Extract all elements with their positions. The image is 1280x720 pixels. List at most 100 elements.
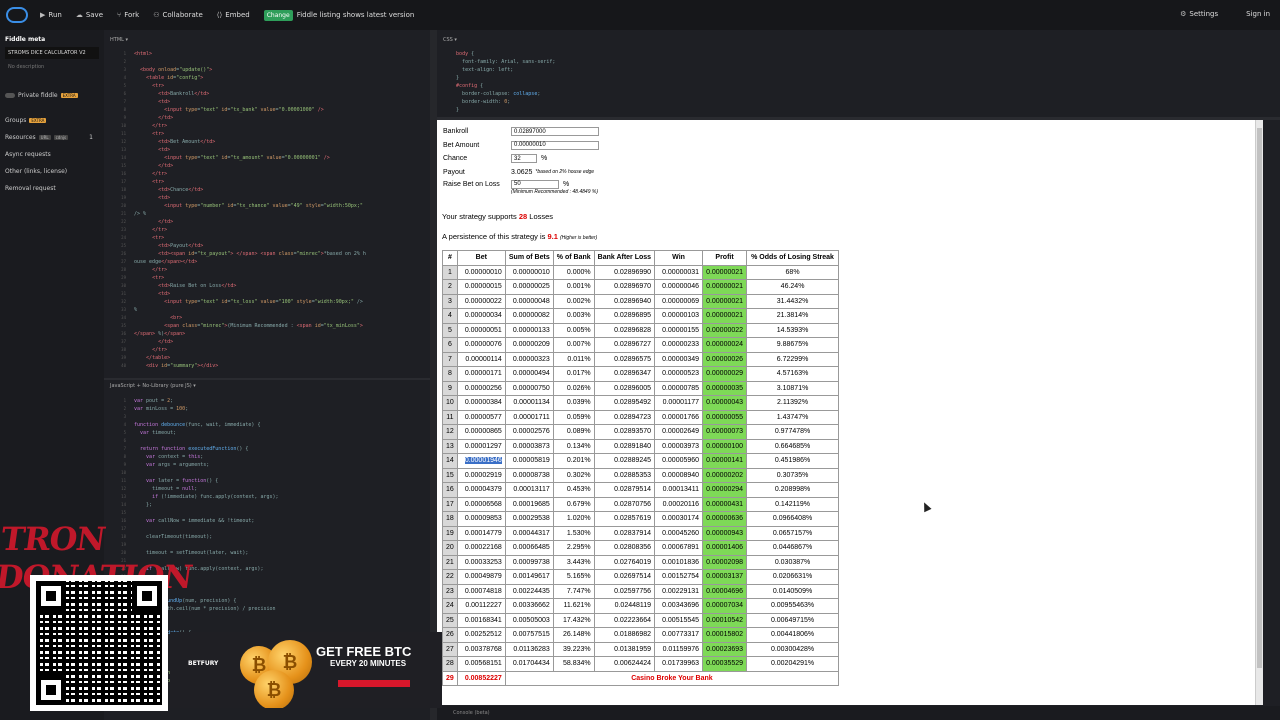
column-header: Profit bbox=[702, 250, 748, 266]
console-bar[interactable]: Console (beta) bbox=[437, 706, 1280, 720]
ad-cta-bar[interactable] bbox=[338, 680, 410, 687]
scrollbar-thumb[interactable] bbox=[1257, 128, 1262, 668]
table-cell: 8 bbox=[442, 366, 458, 382]
table-cell: 7.747% bbox=[552, 583, 595, 599]
collaborate-button[interactable]: ⚇ Collaborate bbox=[153, 11, 203, 19]
table-cell: 0.208998% bbox=[746, 482, 840, 498]
embed-button[interactable]: ⟨⟩ Embed bbox=[217, 11, 250, 19]
cdnjs-tag: cdnjs bbox=[53, 135, 69, 140]
table-cell: 0.02896005 bbox=[593, 380, 656, 396]
table-cell: 0.00343696 bbox=[654, 598, 704, 614]
sidebar-item-removal[interactable]: Removal request bbox=[0, 180, 104, 197]
table-cell: 0.201% bbox=[552, 453, 595, 469]
table-row: 16 0.00004379 0.00013117 0.453% 0.02879514 0.… bbox=[442, 482, 840, 498]
table-cell: 0.01136283 bbox=[504, 641, 554, 657]
table-cell: 0.00003873 bbox=[504, 438, 554, 454]
table-row: 9 0.00000256 0.00000750 0.026% 0.02896005 0.0… bbox=[442, 380, 840, 396]
table-cell: 0.00001711 bbox=[504, 409, 554, 425]
chance-unit: % bbox=[541, 155, 548, 163]
table-cell: 0.02896347 bbox=[593, 366, 656, 382]
vertical-splitter[interactable] bbox=[430, 30, 437, 720]
table-cell: 0.00252512 bbox=[456, 627, 506, 643]
table-row: 17 0.00006568 0.00019685 0.679% 0.02870756 0.… bbox=[442, 496, 840, 512]
table-row: 1 0.00000010 0.00000010 0.000% 0.02896990 0.0… bbox=[442, 264, 840, 280]
extra-tag: EXTRA bbox=[29, 118, 47, 123]
qr-finder bbox=[132, 581, 162, 611]
persistence-value: 9.1 bbox=[547, 232, 558, 241]
table-cell: 1 bbox=[442, 264, 458, 280]
table-cell: 0.00000010 bbox=[504, 264, 554, 280]
table-cell: 0.026% bbox=[552, 380, 595, 396]
raise-input[interactable]: 50 bbox=[511, 179, 559, 189]
js-panel-label[interactable]: JavaScript + No-Library (pure JS) ▾ bbox=[110, 383, 196, 389]
css-code-editor[interactable]: body { font-family: Arial, sans-serif; t… bbox=[444, 50, 1264, 116]
css-panel-label[interactable]: CSS ▾ bbox=[443, 37, 457, 43]
fiddle-name-input[interactable]: STROMS DICE CALCULATOR V2 bbox=[5, 47, 99, 59]
table-cell: 0.00152754 bbox=[654, 569, 704, 585]
table-row: 14 0.00001946 0.00005819 0.201% 0.02889245 0.… bbox=[442, 453, 840, 469]
table-cell: 0.00020116 bbox=[654, 496, 704, 512]
table-row: 13 0.00001297 0.00003873 0.134% 0.02891840 0.… bbox=[442, 438, 840, 454]
table-cell: 4 bbox=[442, 308, 458, 324]
html-panel-label[interactable]: HTML ▾ bbox=[110, 37, 128, 43]
table-cell: 0.00000021 bbox=[702, 279, 748, 295]
sidebar-item-resources[interactable]: Resources URL cdnjs 1 bbox=[0, 129, 104, 146]
table-cell: 0.02697514 bbox=[593, 569, 656, 585]
table-cell: 11.621% bbox=[552, 598, 595, 614]
description-input[interactable]: No description bbox=[5, 61, 99, 73]
table-cell: 0.02895492 bbox=[593, 395, 656, 411]
table-cell: 7 bbox=[442, 351, 458, 367]
change-badge[interactable]: Change bbox=[263, 9, 293, 21]
table-cell: 0.977478% bbox=[746, 424, 840, 440]
table-cell: 0.00000051 bbox=[456, 322, 506, 338]
payout-value: 3.0625 bbox=[511, 168, 533, 176]
html-code-editor[interactable]: <html> <body onload="update()"> <table i… bbox=[134, 50, 424, 372]
sidebar-item-other[interactable]: Other (links, license) bbox=[0, 163, 104, 180]
btc-ad-banner[interactable]: BETFURY ₿ ₿ ₿ GET FREE BTC EVERY 20 MINU… bbox=[170, 632, 442, 708]
table-cell: 0.00000010 bbox=[456, 264, 506, 280]
table-row: 22 0.00049879 0.00149617 5.165% 0.02697514 0.… bbox=[442, 569, 840, 585]
table-cell: 0.02894723 bbox=[593, 409, 656, 425]
table-cell: 0.30735% bbox=[746, 467, 840, 483]
table-cell: 0.00300428% bbox=[746, 641, 840, 657]
run-button[interactable]: ▶ Run bbox=[40, 11, 62, 19]
table-cell: 0.00000294 bbox=[702, 482, 748, 498]
table-cell: 0.00000750 bbox=[504, 380, 554, 396]
settings-button[interactable]: ⚙ Settings bbox=[1180, 10, 1218, 18]
payout-label: Payout bbox=[443, 168, 465, 176]
bet-amount-input[interactable]: 0.00000010 bbox=[511, 140, 599, 150]
table-cell: 0.00000034 bbox=[456, 308, 506, 324]
table-cell: 0.00000026 bbox=[702, 351, 748, 367]
chance-input[interactable]: 32 bbox=[511, 154, 537, 164]
table-cell: 1.020% bbox=[552, 511, 595, 527]
table-cell: 0.00000069 bbox=[654, 293, 704, 309]
table-cell: 0.02885353 bbox=[593, 467, 656, 483]
sidebar-item-async[interactable]: Async requests bbox=[0, 146, 104, 163]
broke-bet: 0.00852227 bbox=[456, 670, 506, 686]
table-cell: 0.00378768 bbox=[456, 641, 506, 657]
fork-button[interactable]: ⑂ Fork bbox=[117, 11, 139, 19]
table-row: 4 0.00000034 0.00000082 0.003% 0.02896895 0.0… bbox=[442, 308, 840, 324]
table-cell: 0.00044317 bbox=[504, 525, 554, 541]
result-scrollbar[interactable] bbox=[1255, 120, 1263, 705]
table-cell: 0.00000943 bbox=[702, 525, 748, 541]
table-cell: 0.00000021 bbox=[702, 264, 748, 280]
sidebar-item-groups[interactable]: Groups EXTRA bbox=[0, 112, 104, 129]
table-cell: 0.00000209 bbox=[504, 337, 554, 353]
table-cell: 11 bbox=[442, 409, 458, 425]
table-cell: 0.00649715% bbox=[746, 612, 840, 628]
table-row: 15 0.00002919 0.00008738 0.302% 0.02885353 0.… bbox=[442, 467, 840, 483]
table-cell: 0.00003973 bbox=[654, 438, 704, 454]
table-cell: 0.02896990 bbox=[593, 264, 656, 280]
table-cell: 0.02837914 bbox=[593, 525, 656, 541]
table-cell: 0.00005819 bbox=[504, 453, 554, 469]
table-cell: 0.00000494 bbox=[504, 366, 554, 382]
bankroll-input[interactable]: 0.02897000 bbox=[511, 127, 599, 137]
toggle-switch-icon[interactable] bbox=[5, 93, 15, 98]
jsfiddle-logo-icon[interactable] bbox=[6, 7, 28, 23]
signin-link[interactable]: Sign in bbox=[1246, 10, 1270, 18]
table-cell: 0.00002649 bbox=[654, 424, 704, 440]
private-fiddle-toggle[interactable]: Private fiddle EXTRA bbox=[0, 87, 104, 104]
save-button[interactable]: ☁ Save bbox=[76, 11, 103, 19]
panel-divider[interactable] bbox=[104, 378, 437, 380]
